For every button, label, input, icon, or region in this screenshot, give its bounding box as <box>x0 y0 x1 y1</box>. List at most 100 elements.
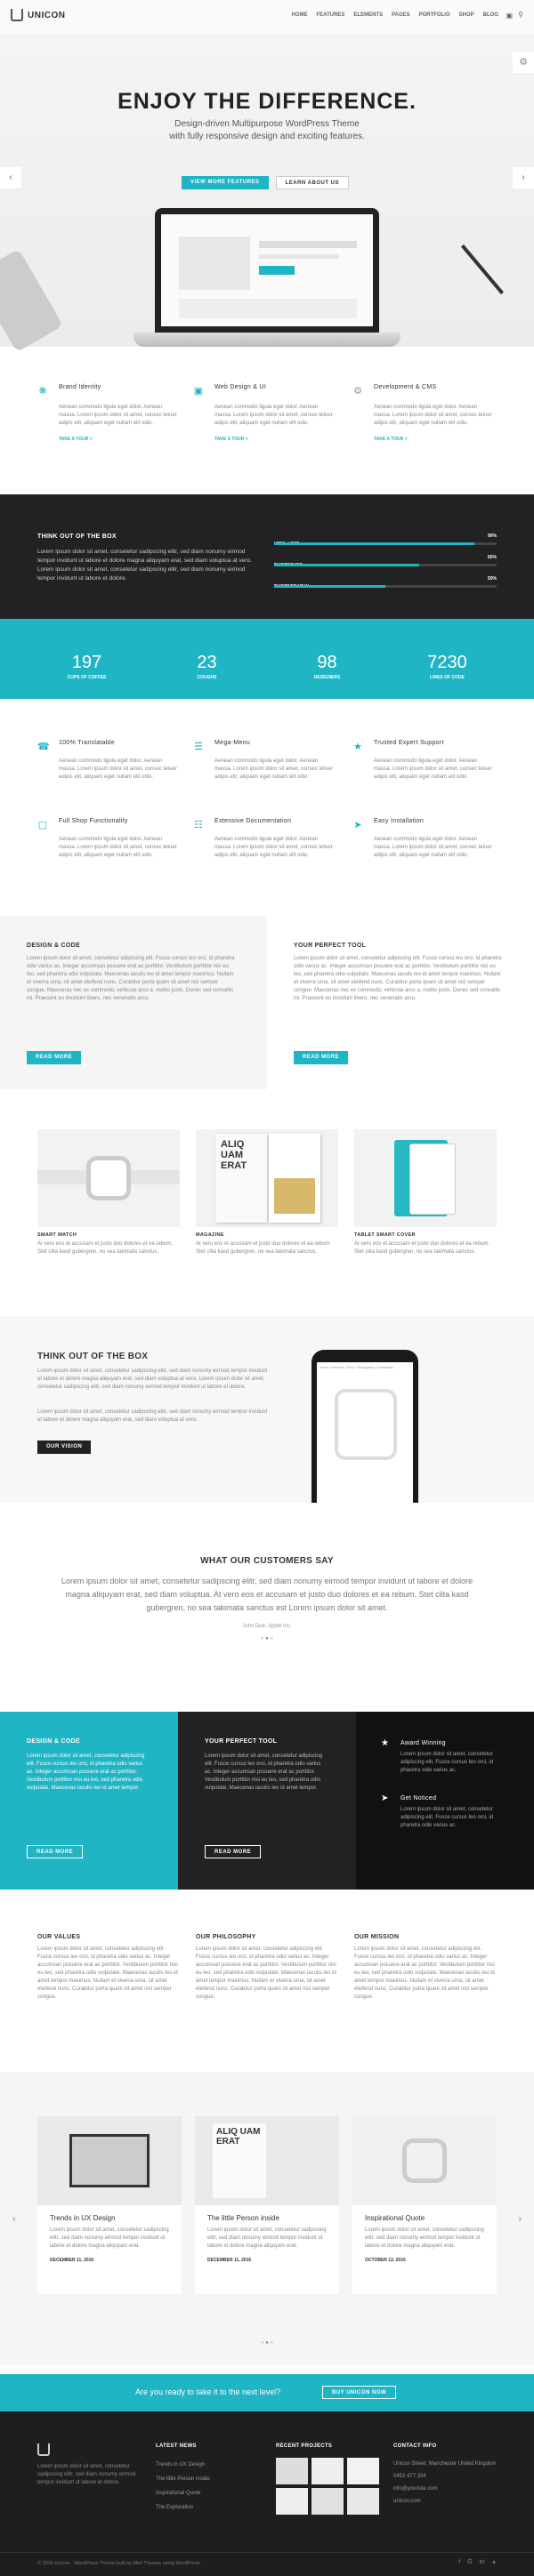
hero-title: ENJOY THE DIFFERENCE. <box>117 89 417 114</box>
contact-phone: 0452 477 334 <box>393 2474 426 2479</box>
post-card[interactable]: ALIQ UAM ERAT The little Person inside L… <box>195 2116 339 2294</box>
testimonial-quote: Lorem ipsum dolor sit amet, consetetur s… <box>61 1577 473 1612</box>
post-image <box>37 2116 182 2205</box>
product-smart-watch[interactable]: SMART WATCH At vero eos et accusam et ju… <box>37 1129 180 1256</box>
nav-pages[interactable]: PAGES <box>392 12 410 18</box>
skill-photography: PHOTOGRAPHY 50% <box>274 576 497 598</box>
learn-about-button[interactable]: LEARN ABOUT US <box>275 176 350 189</box>
project-thumb[interactable] <box>347 2458 379 2484</box>
post-card[interactable]: Inspirational Quote Lorem ipsum dolor si… <box>352 2116 497 2294</box>
split-section: DESIGN & CODE Lorem ipsum dolor sit amet… <box>0 916 534 1089</box>
split-right: YOUR PERFECT TOOL Lorem ipsum dolor sit … <box>267 916 534 1089</box>
google-plus-icon[interactable]: G <box>467 2559 472 2566</box>
read-more-button[interactable]: READ MORE <box>27 1051 82 1064</box>
blog-dots[interactable]: ● ● ● <box>0 2340 534 2346</box>
project-thumb[interactable] <box>312 2458 344 2484</box>
values-section: OUR VALUES Lorem ipsum dolor sit amet, co… <box>0 1934 534 2041</box>
footer-news: Trends in UX Design The little Person in… <box>156 2458 210 2515</box>
social-links: f G in ✦ <box>458 2559 497 2566</box>
news-link[interactable]: The Exploration <box>156 2500 210 2515</box>
think-skills-section: THINK OUT OF THE BOX Lorem ipsum dolor s… <box>0 494 534 619</box>
feature-web-design: ▣ Web Design & UI Aenean commodo ligula … <box>193 382 336 442</box>
menu-icon: ☰ <box>194 742 203 752</box>
blog-prev-button[interactable]: ‹ <box>12 2214 16 2225</box>
post-card[interactable]: Trends in UX Design Lorem ipsum dolor si… <box>37 2116 182 2294</box>
post-image <box>352 2116 497 2205</box>
skill-photoshop: PHOTOSHOP 65% <box>274 555 497 576</box>
counter-coffee: 197 CUPS OF COFFEE <box>67 653 107 680</box>
news-link[interactable]: Trends in UX Design <box>156 2458 210 2472</box>
take-tour-link[interactable]: TAKE A TOUR > <box>374 437 495 442</box>
monitor-icon: ▣ <box>193 386 204 397</box>
our-mission: OUR MISSION Lorem ipsum dolor sit amet, c… <box>354 1934 495 2000</box>
pen-prop <box>460 244 505 295</box>
search-icon[interactable]: ⚲ <box>518 11 523 19</box>
project-thumb[interactable] <box>312 2488 344 2515</box>
col-perfect-tool: YOUR PERFECT TOOL Lorem ipsum dolor sit … <box>178 1712 356 1890</box>
project-thumb[interactable] <box>347 2488 379 2515</box>
contact-address: Unicon Street, Manchester United Kingdom <box>393 2461 497 2467</box>
nav-shop[interactable]: SHOP <box>459 12 474 18</box>
hero-subtitle-2: with fully responsive design and excitin… <box>169 132 365 141</box>
twitter-icon[interactable]: ✦ <box>491 2559 497 2566</box>
fingerprint-icon: ❋ <box>38 386 47 397</box>
contact-website[interactable]: unicon.com <box>393 2495 500 2508</box>
feature-translatable: ☎ 100% Translatable Aenean commodo ligul… <box>37 740 177 780</box>
facebook-icon[interactable]: f <box>458 2559 460 2566</box>
nav-elements[interactable]: ELEMENTS <box>353 12 383 18</box>
slider-next-button[interactable]: › <box>513 167 534 189</box>
skill-html-css: HTML / CSS 90% <box>274 534 497 555</box>
nav-features[interactable]: FEATURES <box>317 12 345 18</box>
testimonials-title: WHAT OUR CUSTOMERS SAY <box>200 1556 334 1566</box>
linkedin-icon[interactable]: in <box>480 2559 484 2566</box>
buy-now-button[interactable]: BUY UNICON NOW <box>322 2386 397 2399</box>
our-vision-button[interactable]: OUR VISION <box>37 1440 92 1454</box>
news-link[interactable]: Inspirational Quote <box>156 2486 210 2500</box>
feature-support: ★ Trusted Expert Support Aenean commodo … <box>353 740 492 780</box>
logo[interactable]: UNICON <box>11 9 65 21</box>
trophy-icon: ★ <box>353 742 362 752</box>
product-tablet-cover[interactable]: TABLET SMART COVER At vero eos et accusa… <box>354 1129 497 1256</box>
features-row: ❋ Brand Identity Aenean commodo ligula e… <box>0 382 534 489</box>
feature-shop: ▢ Full Shop Functionality Aenean commodo… <box>37 818 177 858</box>
blog-next-button[interactable]: › <box>518 2214 522 2225</box>
phone-image: Home / Elements / Shop / Photography / S… <box>312 1350 418 1503</box>
take-tour-link[interactable]: TAKE A TOUR > <box>214 437 336 442</box>
rocket-icon: ➤ <box>353 820 362 831</box>
rocket-icon: ➤ <box>381 1794 389 1803</box>
counters-section: 197 CUPS OF COFFEE 23 COUGHS 98 DESIGNERS 7… <box>0 619 534 699</box>
news-link[interactable]: The little Person inside <box>156 2472 210 2486</box>
feature-mega-menu: ☰ Mega-Menu Aenean commodo ligula eget d… <box>194 740 333 780</box>
product-magazine[interactable]: ALIQ UAM ERAT MAGAZINE At vero eos et ac… <box>196 1129 338 1256</box>
smart-watch-image <box>37 1129 180 1227</box>
feature-installation: ➤ Easy Installation Aenean commodo ligul… <box>353 818 492 858</box>
read-more-button[interactable]: READ MORE <box>27 1845 84 1858</box>
hero-section: ENJOY THE DIFFERENCE. Design-driven Mult… <box>0 34 534 353</box>
project-thumb[interactable] <box>276 2488 308 2515</box>
nav-home[interactable]: HOME <box>292 12 308 18</box>
skill-bar <box>274 585 385 588</box>
think-phone-section: THINK OUT OF THE BOX Lorem ipsum dolor s… <box>0 1316 534 1503</box>
nav-blog[interactable]: BLOG <box>483 12 498 18</box>
view-features-button[interactable]: VIEW MORE FEATURES <box>182 176 269 189</box>
split-left: DESIGN & CODE Lorem ipsum dolor sit amet… <box>0 916 267 1089</box>
read-more-button[interactable]: READ MORE <box>294 1051 349 1064</box>
footer-about: Lorem ipsum dolor sit amet, consetetur s… <box>37 2464 136 2485</box>
nav-portfolio[interactable]: PORTFOLIO <box>419 12 450 18</box>
gear-icon: ⚙ <box>353 386 362 397</box>
three-column-section: DESIGN & CODE Lorem ipsum dolor sit amet… <box>0 1712 534 1890</box>
phone-prop <box>0 248 63 353</box>
megaphone-icon: ☎ <box>37 742 50 752</box>
hero-subtitle-1: Design-driven Multipurpose WordPress The… <box>174 119 360 129</box>
read-more-button[interactable]: READ MORE <box>205 1845 262 1858</box>
skill-bar <box>274 542 474 545</box>
carousel-dots[interactable]: ● ● ● <box>0 1636 534 1641</box>
slider-prev-button[interactable]: ‹ <box>0 167 21 189</box>
feature-brand: ❋ Brand Identity Aenean commodo ligula e… <box>37 382 180 442</box>
project-thumb[interactable] <box>276 2458 308 2484</box>
skill-bar <box>274 564 419 566</box>
contact-email[interactable]: info@yoursite.com <box>393 2483 500 2495</box>
cart-icon[interactable]: ▣ <box>506 12 513 20</box>
settings-gear-icon[interactable]: ⚙ <box>513 52 534 73</box>
take-tour-link[interactable]: TAKE A TOUR > <box>59 437 180 442</box>
